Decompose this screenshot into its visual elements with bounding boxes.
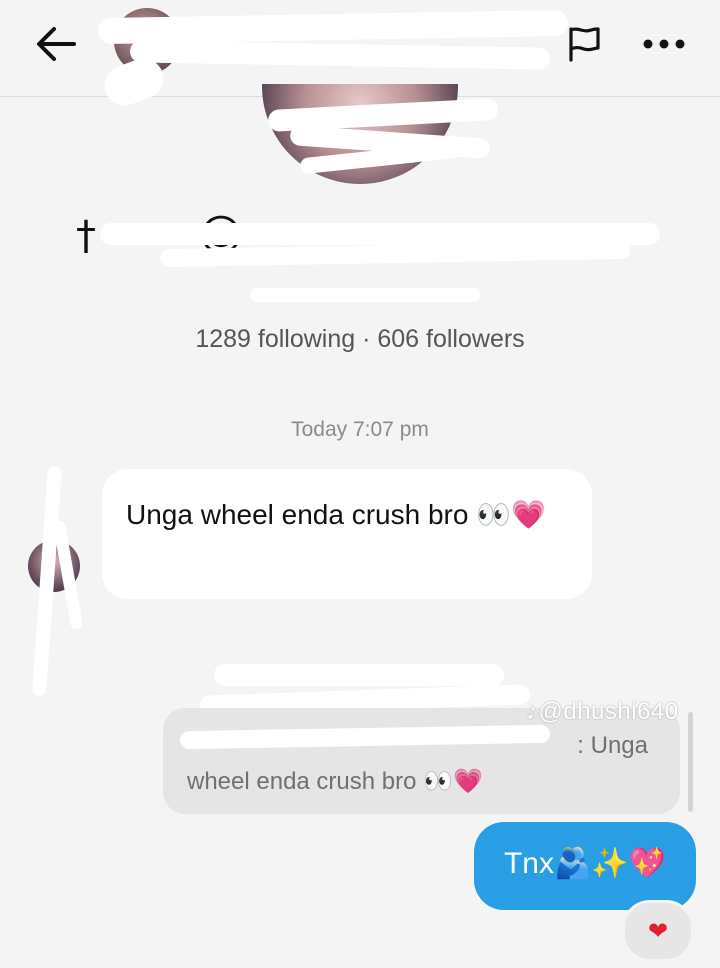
profile-name-redacted: † ☺ [70, 205, 660, 275]
arrow-left-icon [37, 27, 76, 61]
profile-stats: 1289 following · 606 followers [195, 325, 525, 353]
back-button[interactable] [30, 18, 82, 70]
heart-icon: ❤ [647, 917, 669, 945]
reply-indicator-bar [688, 712, 693, 812]
redaction-scribble [214, 664, 504, 686]
name-fragment-glyph: † [76, 213, 96, 259]
report-flag-button[interactable] [560, 20, 608, 68]
more-options-button[interactable] [636, 20, 692, 68]
chat-header [0, 0, 720, 112]
outgoing-message-bubble[interactable]: Tnx🫂✨💖 [474, 822, 696, 910]
redaction-scribble [250, 288, 480, 302]
reply-preview-second-line: wheel enda crush bro 👀💗 [187, 768, 483, 795]
heart-reaction-badge[interactable]: ❤ [622, 900, 694, 962]
more-horizontal-icon [643, 39, 685, 49]
incoming-message-bubble[interactable]: Unga wheel enda crush bro 👀💗 [102, 469, 592, 599]
flag-icon [569, 27, 600, 62]
message-timestamp: Today 7:07 pm [291, 418, 429, 441]
redaction-scribble [129, 40, 551, 70]
watermark-text: ♪@dhushi640 [526, 698, 679, 725]
